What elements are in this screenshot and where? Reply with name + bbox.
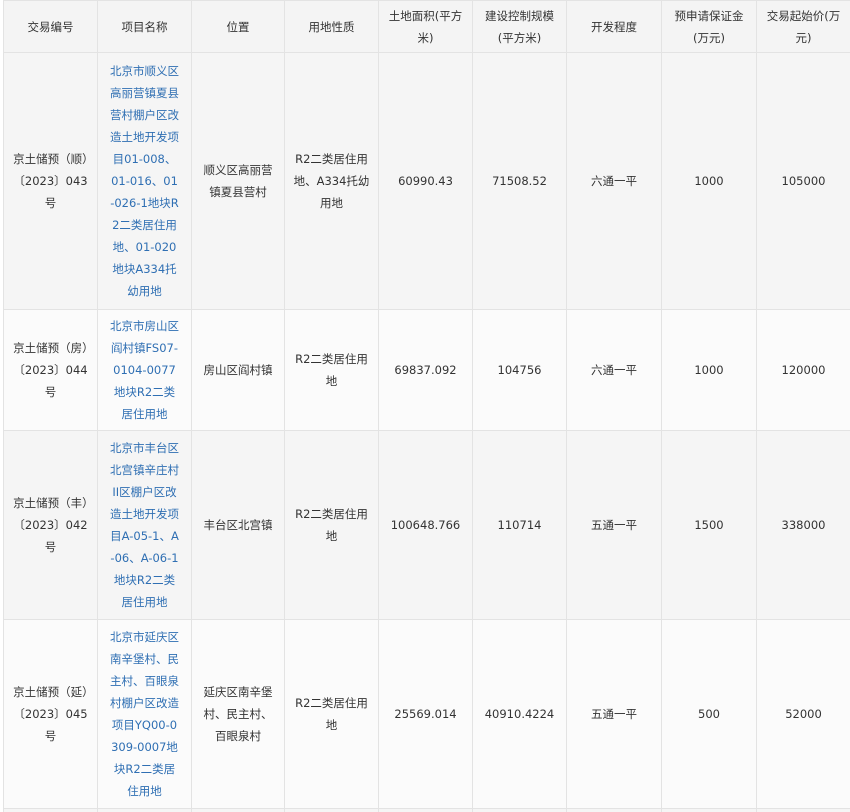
cell-start-price: 52000 — [756, 619, 850, 809]
header-build-scale: 建设控制规模(平方米) — [472, 0, 567, 53]
project-link[interactable]: 北京市丰台区北宫镇辛庄村II区棚户区改造土地开发项目A-05-1、A-06、A-… — [97, 430, 192, 620]
cell-deposit: 1000 — [661, 309, 757, 431]
header-dev-level: 开发程度 — [566, 0, 662, 53]
header-location: 位置 — [191, 0, 285, 53]
cell-trade-id: 京土储预（顺）〔2023〕043号 — [3, 52, 98, 310]
cell-empty — [284, 808, 379, 812]
cell-dev-level: 六通一平 — [566, 52, 662, 310]
cell-build-scale: 71508.52 — [472, 52, 567, 310]
cell-dev-level: 五通一平 — [566, 430, 662, 620]
cell-land-area: 25569.014 — [378, 619, 473, 809]
cell-land-area: 69837.092 — [378, 309, 473, 431]
table-row: 京土储预（房）〔2023〕044号 北京市房山区阎村镇FS07-0104-007… — [3, 309, 850, 431]
header-trade-id: 交易编号 — [3, 0, 98, 53]
table-row: 京土储预（延）〔2023〕045号 北京市延庆区南辛堡村、民主村、百眼泉村棚户区… — [3, 619, 850, 809]
cell-dev-level: 五通一平 — [566, 619, 662, 809]
cell-start-price: 120000 — [756, 309, 850, 431]
project-link[interactable]: 北京市房山区阎村镇FS07-0104-0077地块R2二类居住用地 — [97, 309, 192, 431]
cell-build-scale: 110714 — [472, 430, 567, 620]
cell-empty — [566, 808, 662, 812]
cell-empty — [472, 808, 567, 812]
page: 交易编号 项目名称 位置 用地性质 土地面积(平方米) 建设控制规模(平方米) … — [0, 0, 850, 812]
cell-empty — [661, 808, 757, 812]
header-land-use: 用地性质 — [284, 0, 379, 53]
cell-land-use: R2二类居住用地 — [284, 309, 379, 431]
table-row-partial — [3, 808, 850, 812]
cell-land-use: R2二类居住用地 — [284, 619, 379, 809]
table-row: 京土储预（丰）〔2023〕042号 北京市丰台区北宫镇辛庄村II区棚户区改造土地… — [3, 430, 850, 620]
cell-land-area: 100648.766 — [378, 430, 473, 620]
cell-deposit: 500 — [661, 619, 757, 809]
project-link[interactable]: 北京市延庆区南辛堡村、民主村、百眼泉村棚户区改造项目YQ00-0309-0007… — [97, 619, 192, 809]
cell-empty — [97, 808, 192, 812]
cell-empty — [756, 808, 850, 812]
cell-location: 丰台区北宫镇 — [191, 430, 285, 620]
cell-land-area: 60990.43 — [378, 52, 473, 310]
cell-start-price: 338000 — [756, 430, 850, 620]
header-start-price: 交易起始价(万元) — [756, 0, 850, 53]
cell-location: 顺义区高丽营镇夏县营村 — [191, 52, 285, 310]
header-land-area: 土地面积(平方米) — [378, 0, 473, 53]
cell-deposit: 1000 — [661, 52, 757, 310]
cell-empty — [3, 808, 98, 812]
cell-empty — [191, 808, 285, 812]
cell-land-use: R2二类居住用地 — [284, 430, 379, 620]
table-row: 京土储预（顺）〔2023〕043号 北京市顺义区高丽营镇夏县营村棚户区改造土地开… — [3, 52, 850, 310]
cell-location: 延庆区南辛堡村、民主村、百眼泉村 — [191, 619, 285, 809]
header-deposit: 预申请保证金(万元) — [661, 0, 757, 53]
header-project-name: 项目名称 — [97, 0, 192, 53]
table-body: 京土储预（顺）〔2023〕043号 北京市顺义区高丽营镇夏县营村棚户区改造土地开… — [3, 52, 850, 812]
cell-trade-id: 京土储预（房）〔2023〕044号 — [3, 309, 98, 431]
project-link[interactable]: 北京市顺义区高丽营镇夏县营村棚户区改造土地开发项目01-008、01-016、0… — [97, 52, 192, 310]
cell-start-price: 105000 — [756, 52, 850, 310]
cell-location: 房山区阎村镇 — [191, 309, 285, 431]
cell-trade-id: 京土储预（丰）〔2023〕042号 — [3, 430, 98, 620]
cell-deposit: 1500 — [661, 430, 757, 620]
cell-empty — [378, 808, 473, 812]
land-transaction-table: 交易编号 项目名称 位置 用地性质 土地面积(平方米) 建设控制规模(平方米) … — [3, 0, 850, 812]
cell-land-use: R2二类居住用地、A334托幼用地 — [284, 52, 379, 310]
cell-build-scale: 40910.4224 — [472, 619, 567, 809]
table-header: 交易编号 项目名称 位置 用地性质 土地面积(平方米) 建设控制规模(平方米) … — [3, 0, 850, 53]
cell-dev-level: 六通一平 — [566, 309, 662, 431]
cell-build-scale: 104756 — [472, 309, 567, 431]
cell-trade-id: 京土储预（延）〔2023〕045号 — [3, 619, 98, 809]
